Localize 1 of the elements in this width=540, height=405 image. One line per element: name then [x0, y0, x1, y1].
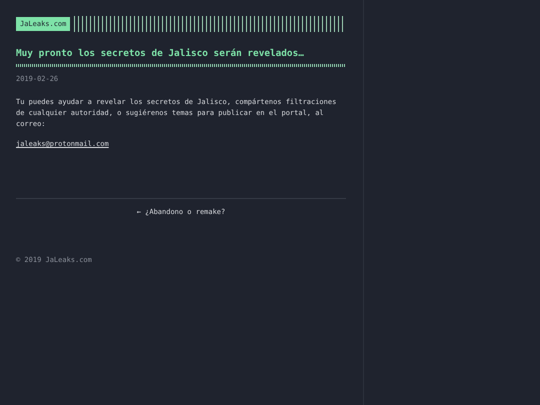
post-title: Muy pronto los secretos de Jalisco serán revelados… [16, 48, 305, 59]
